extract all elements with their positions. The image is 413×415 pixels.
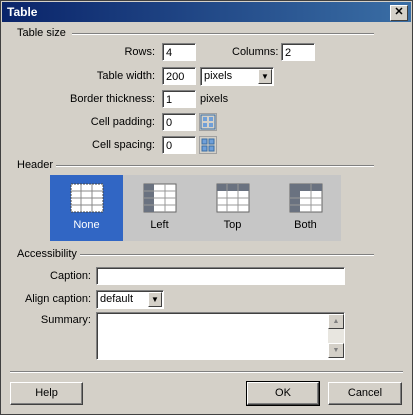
window-title: Table	[7, 5, 38, 19]
cancel-button[interactable]: Cancel	[328, 382, 402, 405]
align-caption-value: default	[100, 293, 134, 305]
width-unit-select[interactable]: pixels ▼	[200, 67, 274, 86]
help-button[interactable]: Help	[10, 382, 83, 405]
table-top-header-icon	[216, 183, 250, 213]
summary-textarea[interactable]	[96, 312, 345, 360]
accessibility-section-label: Accessibility	[17, 248, 77, 260]
table-size-divider	[72, 33, 374, 35]
close-button[interactable]: ✕	[390, 5, 408, 21]
caption-label: Caption:	[50, 270, 91, 282]
table-size-section-label: Table size	[17, 27, 66, 39]
width-unit-value: pixels	[204, 70, 233, 82]
footer-divider	[10, 371, 403, 373]
summary-scrollbar[interactable]: ▲ ▼	[328, 314, 344, 358]
header-divider	[56, 165, 374, 167]
title-bar[interactable]: Table ✕	[2, 2, 411, 22]
border-unit-label: pixels	[200, 93, 229, 105]
table-left-header-icon	[143, 183, 177, 213]
caption-input[interactable]	[96, 267, 345, 285]
header-option-left[interactable]: Left	[123, 175, 196, 241]
dropdown-arrow-icon[interactable]: ▼	[148, 292, 162, 307]
summary-label: Summary:	[40, 314, 91, 326]
rows-label: Rows:	[124, 46, 155, 58]
cell-padding-icon[interactable]	[199, 113, 217, 131]
columns-label: Columns:	[232, 46, 279, 58]
accessibility-divider	[80, 254, 374, 256]
header-options-group: None Left Top Both	[50, 175, 341, 241]
header-option-top[interactable]: Top	[196, 175, 269, 241]
rows-input[interactable]: 4	[162, 43, 196, 61]
header-option-both-label: Both	[294, 219, 317, 231]
border-thickness-input[interactable]: 1	[162, 90, 196, 108]
header-option-left-label: Left	[150, 219, 169, 231]
table-width-label: Table width:	[96, 70, 155, 82]
table-both-header-icon	[289, 183, 323, 213]
ok-button[interactable]: OK	[246, 381, 320, 406]
header-option-top-label: Top	[223, 219, 242, 231]
table-none-icon	[70, 183, 104, 213]
cell-spacing-input[interactable]: 0	[162, 136, 196, 154]
header-option-both[interactable]: Both	[269, 175, 342, 241]
cell-spacing-label: Cell spacing:	[92, 139, 155, 151]
align-caption-select[interactable]: default ▼	[96, 290, 164, 309]
columns-input[interactable]: 2	[281, 43, 315, 61]
dropdown-arrow-icon[interactable]: ▼	[258, 69, 272, 84]
align-caption-label: Align caption:	[24, 293, 91, 305]
cell-padding-input[interactable]: 0	[162, 113, 196, 131]
scroll-down-icon[interactable]: ▼	[328, 343, 344, 358]
header-option-none-label: None	[73, 219, 100, 231]
cell-padding-label: Cell padding:	[90, 116, 155, 128]
table-width-input[interactable]: 200	[162, 67, 196, 85]
header-option-none[interactable]: None	[50, 175, 123, 241]
border-thickness-label: Border thickness:	[70, 93, 155, 105]
close-icon: ✕	[394, 6, 404, 18]
header-section-label: Header	[17, 159, 54, 171]
cell-spacing-icon[interactable]	[199, 136, 217, 154]
scroll-up-icon[interactable]: ▲	[328, 314, 344, 329]
